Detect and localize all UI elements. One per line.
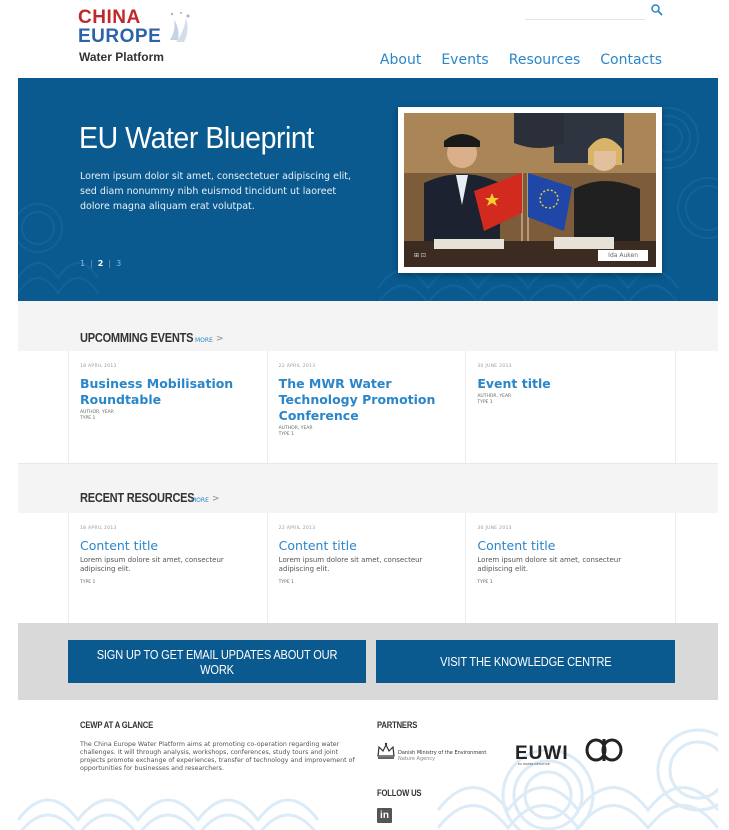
nav-contacts[interactable]: Contacts bbox=[600, 52, 662, 68]
partner-danish-ministry[interactable]: Danish Ministry of the Environment Natur… bbox=[376, 740, 506, 770]
main-nav: About Events Resources Contacts bbox=[380, 52, 662, 68]
resource-description: Lorem ipsum dolore sit amet, consecteur … bbox=[80, 556, 224, 573]
resource-description: Lorem ipsum dolore sit amet, consecteur … bbox=[278, 556, 423, 573]
logo-line-europe: EUROPE bbox=[78, 26, 162, 47]
hero-text: Lorem ipsum dolor sit amet, consectetuer… bbox=[80, 171, 351, 212]
event-card[interactable]: 30 JUNE 2013 Event title AUTHOR, YEAR TY… bbox=[466, 351, 675, 463]
resource-card[interactable]: 18 APRIL 2013 Content title Lorem ipsum … bbox=[69, 513, 268, 623]
resource-description: Lorem ipsum dolore sit amet, consecteur … bbox=[477, 556, 622, 573]
about-text: The China Europe Water Platform aims at … bbox=[80, 741, 355, 772]
search-input[interactable] bbox=[525, 2, 645, 20]
resource-title[interactable]: Content title bbox=[477, 538, 675, 554]
site-logo[interactable]: CHINA EUROPE Water Platform bbox=[78, 8, 198, 68]
email-signup-button[interactable]: SIGN UP TO GET EMAIL UPDATES ABOUT OUR W… bbox=[68, 640, 366, 683]
logo-line-water-platform: Water Platform bbox=[79, 50, 164, 64]
follow-heading: FOLLOW US bbox=[377, 788, 422, 798]
resource-card[interactable]: 30 JUNE 2013 Content title Lorem ipsum d… bbox=[466, 513, 675, 623]
chevron-right-icon[interactable]: > bbox=[212, 494, 220, 504]
event-type: TYPE 1 bbox=[80, 416, 96, 421]
nav-events[interactable]: Events bbox=[441, 52, 488, 68]
resources-more-link[interactable]: MORE bbox=[191, 497, 209, 504]
event-card[interactable]: 22 APRIL 2013 The MWR Water Technology P… bbox=[268, 351, 467, 463]
partner-gwp-logo[interactable] bbox=[584, 738, 624, 762]
hero-photo-frame: ⊞ ⊡ Ida Auken bbox=[398, 107, 662, 273]
event-title[interactable]: Business Mobilisation Roundtable bbox=[80, 376, 267, 408]
event-title[interactable]: The MWR Water Technology Promotion Confe… bbox=[279, 376, 466, 424]
partners-heading: PARTNERS bbox=[377, 720, 418, 730]
event-type: TYPE 1 bbox=[278, 432, 295, 437]
crown-icon bbox=[377, 742, 395, 759]
slide-page-1[interactable]: 1 bbox=[80, 259, 85, 268]
event-card[interactable]: 18 APRIL 2013 Business Mobilisation Roun… bbox=[69, 351, 268, 463]
signing-ceremony-image bbox=[404, 113, 656, 267]
nav-about[interactable]: About bbox=[380, 52, 421, 68]
resource-type: TYPE 1 bbox=[278, 580, 295, 585]
pager-separator: | bbox=[108, 259, 112, 268]
linkedin-icon[interactable]: in bbox=[377, 808, 392, 823]
event-date: 18 APRIL 2013 bbox=[80, 364, 117, 369]
resources-section-title: RECENT RESOURCES bbox=[80, 490, 195, 505]
slide-pager: 1 | 2 | 3 bbox=[80, 259, 121, 268]
hero-photo: ⊞ ⊡ Ida Auken bbox=[404, 113, 656, 267]
nav-resources[interactable]: Resources bbox=[509, 52, 581, 68]
photo-caption: Ida Auken bbox=[598, 250, 648, 261]
slide-page-3[interactable]: 3 bbox=[116, 259, 121, 268]
photo-controls[interactable]: ⊞ ⊡ bbox=[414, 252, 426, 259]
partner-euwi-subtitle: EU WATER INITIATIVE bbox=[518, 762, 550, 766]
resource-title[interactable]: Content title bbox=[80, 538, 267, 554]
water-splash-icon bbox=[170, 12, 190, 42]
resource-date: 30 JUNE 2013 bbox=[477, 526, 512, 531]
partner-danish-ministry-sub: Nature Agency bbox=[398, 756, 436, 762]
resource-type: TYPE 1 bbox=[80, 580, 96, 585]
hero-title: EU Water Blueprint bbox=[79, 120, 314, 155]
site-header: CHINA EUROPE Water Platform About Events… bbox=[0, 0, 729, 78]
event-type: TYPE 1 bbox=[477, 400, 493, 405]
hero-banner: EU Water Blueprint Lorem ipsum dolor sit… bbox=[18, 78, 718, 301]
logo-line-china: CHINA bbox=[78, 7, 141, 28]
resource-title[interactable]: Content title bbox=[279, 538, 466, 554]
cta-band: SIGN UP TO GET EMAIL UPDATES ABOUT OUR W… bbox=[18, 623, 718, 700]
knowledge-centre-label: VISIT THE KNOWLEDGE CENTRE bbox=[439, 654, 612, 669]
resources-header-band bbox=[18, 463, 718, 513]
about-heading: CEWP AT A GLANCE bbox=[80, 720, 154, 730]
search-icon[interactable] bbox=[650, 3, 664, 17]
event-date: 30 JUNE 2013 bbox=[477, 364, 512, 369]
chevron-right-icon[interactable]: > bbox=[216, 334, 224, 344]
resource-date: 18 APRIL 2013 bbox=[80, 526, 117, 531]
site-footer: CEWP AT A GLANCE The China Europe Water … bbox=[18, 700, 718, 830]
resource-type: TYPE 1 bbox=[477, 580, 493, 585]
pager-separator: | bbox=[90, 259, 93, 268]
email-signup-label: SIGN UP TO GET EMAIL UPDATES ABOUT OUR W… bbox=[96, 646, 338, 677]
events-cards: 18 APRIL 2013 Business Mobilisation Roun… bbox=[68, 351, 676, 463]
event-date: 22 APRIL 2013 bbox=[278, 364, 316, 369]
slide-page-2[interactable]: 2 bbox=[98, 259, 104, 268]
resource-card[interactable]: 22 APRIL 2013 Content title Lorem ipsum … bbox=[268, 513, 467, 623]
events-more-link[interactable]: MORE bbox=[195, 337, 213, 344]
events-section-title: UPCOMMING EVENTS bbox=[80, 330, 194, 345]
resource-date: 22 APRIL 2013 bbox=[278, 526, 316, 531]
event-title[interactable]: Event title bbox=[477, 376, 675, 392]
resources-cards: 18 APRIL 2013 Content title Lorem ipsum … bbox=[68, 513, 676, 623]
knowledge-centre-button[interactable]: VISIT THE KNOWLEDGE CENTRE bbox=[376, 640, 675, 683]
